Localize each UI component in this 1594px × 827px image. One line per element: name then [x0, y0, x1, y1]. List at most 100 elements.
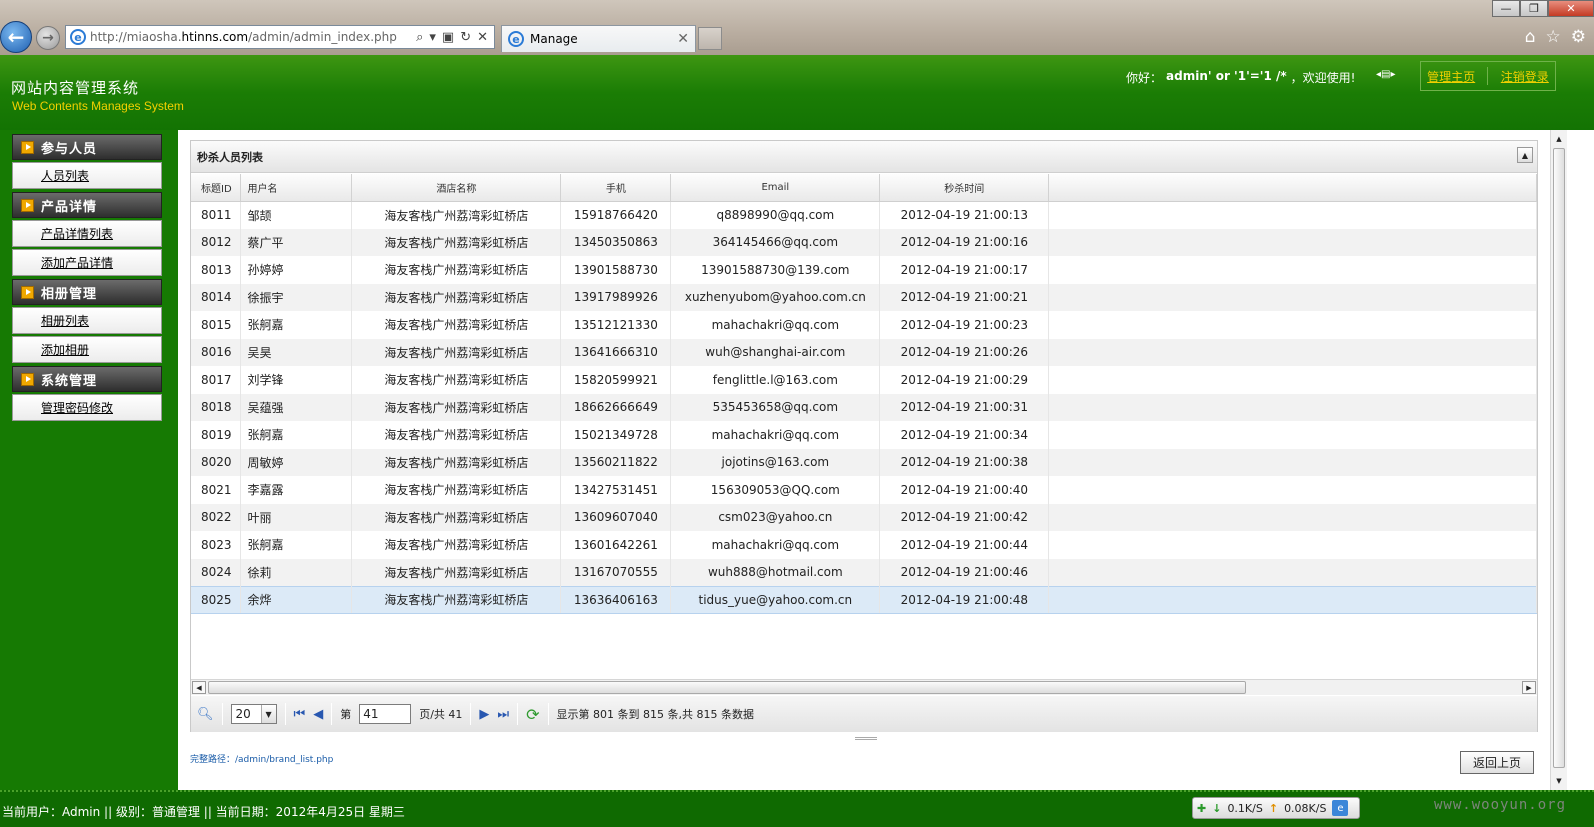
- stop-icon[interactable]: ✕: [477, 30, 488, 45]
- table-row[interactable]: 8012 蔡广平 海友客栈广州荔湾彩虹桥店 13450350863 364145466@…: [191, 228, 1537, 256]
- cell-username: 李嘉露: [240, 476, 353, 504]
- column-header-username[interactable]: 用户名: [240, 174, 353, 202]
- cell-email: mahachakri@qq.com: [670, 531, 881, 559]
- gear-icon[interactable]: ⚙: [1571, 27, 1586, 47]
- cell-filler: [1048, 201, 1537, 229]
- collapse-panel-button[interactable]: ▲: [1517, 147, 1533, 163]
- cell-id: 8025: [191, 585, 242, 614]
- table-row[interactable]: 8016 吴昊 海友客栈广州荔湾彩虹桥店 13641666310 wuh@shangha…: [191, 338, 1537, 366]
- sidebar-group-header[interactable]: 系统管理: [12, 366, 162, 392]
- main-content: 秒杀人员列表 ▲ 标题ID 用户名 酒店名称 手机 Email 秒杀时间 801…: [178, 130, 1550, 790]
- sidebar-item-participant-list[interactable]: 人员列表: [12, 162, 162, 189]
- compat-view-icon[interactable]: ▣: [442, 30, 454, 45]
- sidebar: 参与人员 人员列表 产品详情 产品详情列表 添加产品详情 相册管理 相册列表 添…: [0, 130, 178, 790]
- address-url[interactable]: http://miaosha.htinns.com/admin/admin_in…: [90, 30, 412, 44]
- table-row[interactable]: 8018 吴蕴强 海友客栈广州荔湾彩虹桥店 18662666649 535453658@…: [191, 393, 1537, 421]
- scroll-right-icon[interactable]: ▶: [1522, 681, 1536, 694]
- table-row[interactable]: 8014 徐振宇 海友客栈广州荔湾彩虹桥店 13917989926 xuzhenyubo…: [191, 283, 1537, 311]
- cell-time: 2012-04-19 21:00:21: [879, 283, 1050, 311]
- resize-grip[interactable]: [855, 737, 877, 740]
- chevron-down-icon[interactable]: ▾: [429, 30, 436, 45]
- sidebar-item-add-product[interactable]: 添加产品详情: [12, 249, 162, 276]
- table-row[interactable]: 8019 张舸嘉 海友客栈广州荔湾彩虹桥店 15021349728 mahachakri…: [191, 421, 1537, 449]
- cell-username: 吴蕴强: [240, 393, 353, 421]
- back-page-button[interactable]: 返回上页: [1460, 751, 1534, 774]
- sidebar-item-change-password[interactable]: 管理密码修改: [12, 394, 162, 421]
- scroll-up-icon[interactable]: ▲: [1552, 132, 1566, 146]
- cell-time: 2012-04-19 21:00:31: [879, 393, 1050, 421]
- chevron-down-icon[interactable]: ▼: [260, 705, 276, 723]
- column-header-email[interactable]: Email: [670, 174, 881, 202]
- table-row[interactable]: 8015 张舸嘉 海友客栈广州荔湾彩虹桥店 13512121330 mahachakri…: [191, 311, 1537, 339]
- column-header-phone[interactable]: 手机: [560, 174, 672, 202]
- admin-home-link[interactable]: 管理主页: [1427, 68, 1475, 85]
- table-row[interactable]: 8023 张舸嘉 海友客栈广州荔湾彩虹桥店 13601642261 mahachakri…: [191, 531, 1537, 559]
- sidebar-group-header[interactable]: 参与人员: [12, 134, 162, 160]
- logout-link[interactable]: 注销登录: [1501, 68, 1549, 85]
- sidebar-group-header[interactable]: 相册管理: [12, 279, 162, 305]
- vertical-scrollbar[interactable]: ▲ ▼: [1550, 130, 1567, 790]
- previous-page-icon[interactable]: ◀: [313, 707, 323, 722]
- first-page-icon[interactable]: ⏮: [294, 707, 306, 722]
- column-header-id[interactable]: 标题ID: [191, 174, 242, 202]
- search-icon[interactable]: 🔍︎: [197, 707, 214, 722]
- welcome-message: 你好： admin' or '1'='1 /* ，欢迎使用!: [1126, 69, 1356, 85]
- back-button[interactable]: ←: [0, 21, 32, 53]
- forward-button[interactable]: →: [36, 26, 60, 50]
- table-row[interactable]: 8020 周敏婷 海友客栈广州荔湾彩虹桥店 13560211822 jojotins@1…: [191, 448, 1537, 476]
- sidebar-item-add-album[interactable]: 添加相册: [12, 336, 162, 363]
- cell-email: 156309053@QQ.com: [670, 476, 881, 504]
- sidebar-group-albums: 相册管理 相册列表 添加相册: [12, 279, 162, 363]
- scrollbar-thumb[interactable]: [208, 681, 1246, 694]
- table-row[interactable]: 8024 徐莉 海友客栈广州荔湾彩虹桥店 13167070555 wuh888@hotm…: [191, 558, 1537, 586]
- minimize-button[interactable]: —: [1492, 0, 1520, 17]
- status-bar: 当前用户：Admin || 级别：普通管理 || 当前日期：2012年4月25日…: [0, 790, 1594, 827]
- favorites-star-icon[interactable]: ☆: [1546, 27, 1561, 47]
- scroll-down-icon[interactable]: ▼: [1552, 774, 1566, 788]
- column-header-time[interactable]: 秒杀时间: [879, 174, 1050, 202]
- table-row[interactable]: 8013 孙婷婷 海友客栈广州荔湾彩虹桥店 13901588730 1390158873…: [191, 256, 1537, 284]
- page-size-select[interactable]: 20 ▼: [230, 704, 277, 724]
- cell-time: 2012-04-19 21:00:17: [879, 256, 1050, 284]
- close-window-button[interactable]: ✕: [1548, 0, 1594, 17]
- pagination-info: 显示第 801 条到 815 条,共 815 条数据: [556, 708, 754, 721]
- scroll-left-icon[interactable]: ◀: [192, 681, 206, 694]
- table-row[interactable]: 8011 邹颉 海友客栈广州荔湾彩虹桥店 15918766420 q8898990@qq…: [191, 201, 1537, 229]
- data-grid: 标题ID 用户名 酒店名称 手机 Email 秒杀时间 8011 邹颉 海友客栈广州…: [191, 174, 1537, 679]
- tab-manage[interactable]: e Manage ✕: [501, 25, 696, 52]
- sidebar-group-header[interactable]: 产品详情: [12, 192, 162, 218]
- maximize-button[interactable]: ❐: [1520, 0, 1548, 17]
- table-row[interactable]: 8017 刘学锋 海友客栈广州荔湾彩虹桥店 15820599921 fenglittle…: [191, 366, 1537, 394]
- refresh-icon[interactable]: ↻: [460, 30, 471, 45]
- cell-id: 8011: [191, 201, 242, 229]
- site-title: 网站内容管理系统: [11, 79, 140, 97]
- close-tab-icon[interactable]: ✕: [677, 31, 689, 47]
- scrollbar-thumb[interactable]: [1553, 148, 1565, 768]
- cell-username: 吴昊: [240, 338, 353, 366]
- sidebar-item-album-list[interactable]: 相册列表: [12, 307, 162, 334]
- ie-icon[interactable]: e: [1332, 800, 1349, 816]
- column-header-hotel[interactable]: 酒店名称: [351, 174, 562, 202]
- cell-hotel: 海友客栈广州荔湾彩虹桥店: [351, 366, 562, 394]
- cell-time: 2012-04-19 21:00:23: [879, 311, 1050, 339]
- ie-tab-icon: e: [508, 31, 524, 47]
- sidebar-item-product-list[interactable]: 产品详情列表: [12, 220, 162, 247]
- cell-username: 邹颉: [240, 201, 353, 229]
- network-monitor[interactable]: ✚ ↓ 0.1K/S ↑ 0.08K/S e: [1192, 797, 1360, 819]
- new-tab-button[interactable]: [698, 27, 722, 50]
- next-page-icon[interactable]: ▶: [479, 707, 489, 722]
- home-icon[interactable]: ⌂: [1525, 27, 1536, 47]
- toolbar-toggle-icon[interactable]: ◂▤▸: [1376, 69, 1396, 80]
- cell-id: 8013: [191, 256, 242, 284]
- cell-hotel: 海友客栈广州荔湾彩虹桥店: [351, 256, 562, 284]
- table-row[interactable]: 8025 余烨 海友客栈广州荔湾彩虹桥店 13636406163 tidus_yue@y…: [191, 585, 1537, 614]
- search-icon[interactable]: ⌕: [416, 30, 423, 45]
- table-row[interactable]: 8021 李嘉露 海友客栈广州荔湾彩虹桥店 13427531451 156309053@…: [191, 476, 1537, 504]
- page-number-input[interactable]: 41: [359, 704, 412, 724]
- refresh-icon[interactable]: ⟳: [526, 705, 539, 724]
- horizontal-scrollbar[interactable]: ◀ ▶: [191, 679, 1537, 695]
- page-prefix-label: 第: [340, 708, 352, 721]
- last-page-icon[interactable]: ⏭: [497, 707, 509, 722]
- table-row[interactable]: 8022 叶丽 海友客栈广州荔湾彩虹桥店 13609607040 csm023@yaho…: [191, 503, 1537, 531]
- address-bar[interactable]: e http://miaosha.htinns.com/admin/admin_…: [65, 25, 495, 49]
